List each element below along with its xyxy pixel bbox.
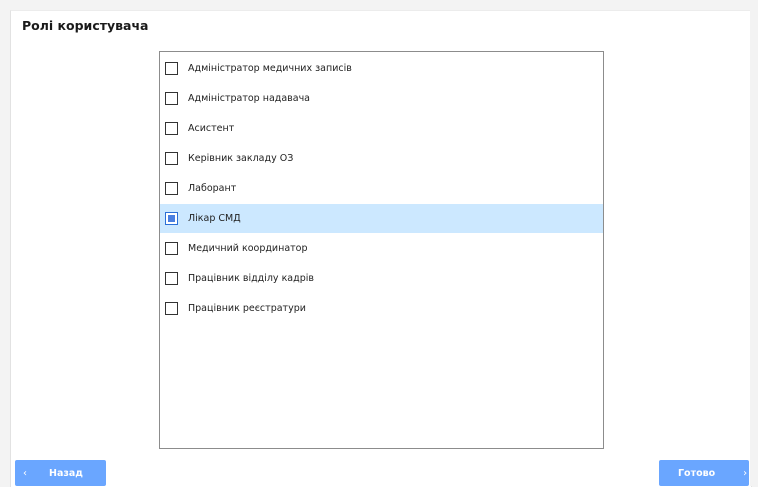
role-checkbox[interactable] (165, 242, 178, 255)
role-label: Працівник реєстратури (188, 303, 306, 314)
role-label: Медичний координатор (188, 243, 308, 254)
role-label: Адміністратор надавача (188, 93, 311, 104)
role-label: Лаборант (188, 183, 237, 194)
role-item-provider-admin[interactable]: Адміністратор надавача (160, 84, 603, 113)
back-button[interactable]: ‹ Назад (15, 460, 106, 486)
role-checkbox[interactable] (165, 212, 178, 225)
chevron-left-icon: ‹ (23, 467, 27, 479)
role-label: Асистент (188, 123, 235, 134)
role-checkbox[interactable] (165, 62, 178, 75)
role-checkbox[interactable] (165, 122, 178, 135)
section-title: Ролі користувача (22, 18, 149, 33)
role-label: Працівник відділу кадрів (188, 273, 314, 284)
back-button-label: Назад (49, 467, 83, 479)
role-checkbox[interactable] (165, 272, 178, 285)
role-item-assistant[interactable]: Асистент (160, 114, 603, 143)
role-item-lab-technician[interactable]: Лаборант (160, 174, 603, 203)
role-checkbox[interactable] (165, 152, 178, 165)
roles-list[interactable]: Адміністратор медичних записів Адміністр… (159, 51, 604, 449)
done-button-label: Готово (678, 467, 716, 479)
role-item-registry-employee[interactable]: Працівник реєстратури (160, 294, 603, 323)
role-checkbox[interactable] (165, 302, 178, 315)
window-edge (750, 0, 758, 486)
role-item-smd-doctor[interactable]: Лікар СМД (160, 204, 603, 233)
role-item-medical-coordinator[interactable]: Медичний координатор (160, 234, 603, 263)
role-item-medical-records-admin[interactable]: Адміністратор медичних записів (160, 54, 603, 83)
role-checkbox[interactable] (165, 182, 178, 195)
role-label: Керівник закладу ОЗ (188, 153, 294, 164)
done-button[interactable]: Готово › (659, 460, 749, 486)
role-item-hr-employee[interactable]: Працівник відділу кадрів (160, 264, 603, 293)
role-label: Лікар СМД (188, 213, 241, 224)
chevron-right-icon: › (743, 467, 748, 479)
role-checkbox[interactable] (165, 92, 178, 105)
role-label: Адміністратор медичних записів (188, 63, 352, 74)
role-item-facility-head[interactable]: Керівник закладу ОЗ (160, 144, 603, 173)
